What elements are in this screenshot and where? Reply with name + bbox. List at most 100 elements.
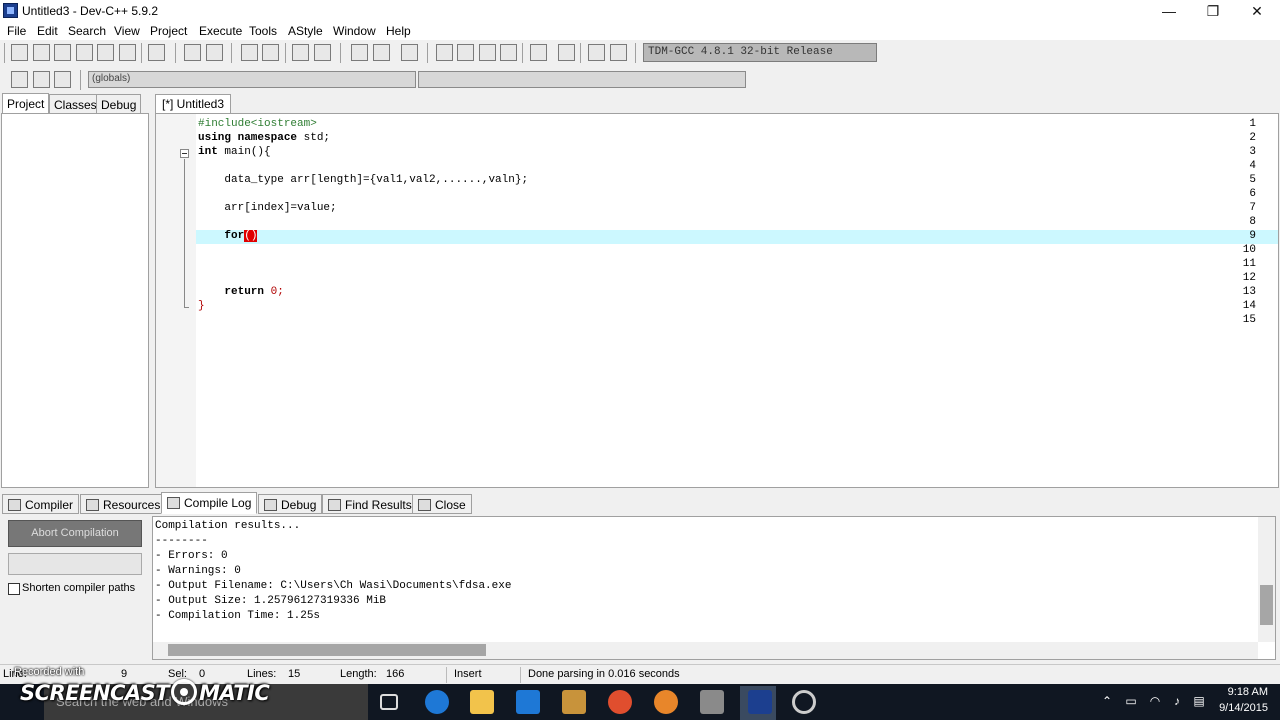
run-icon[interactable]: [457, 44, 474, 61]
shorten-paths-checkbox[interactable]: [8, 583, 20, 595]
screencast-recorder-icon[interactable]: [792, 690, 816, 714]
class-browser-icon[interactable]: [54, 71, 71, 88]
clock-date[interactable]: 9/14/2015: [1210, 702, 1268, 714]
tab-label: Close: [435, 498, 466, 512]
code-editor[interactable]: 1 2 3 4 5 6 7 8 9 10 11 12 13 14 15 #inc…: [155, 113, 1279, 488]
window-title: Untitled3 - Dev-C++ 5.9.2: [22, 4, 159, 18]
tab-classes[interactable]: Classes: [49, 94, 102, 114]
tab-project[interactable]: Project: [2, 93, 50, 114]
check-syntax-icon[interactable]: [530, 44, 547, 61]
menu-project[interactable]: Project: [150, 24, 187, 38]
abort-compilation-button[interactable]: Abort Compilation: [8, 520, 142, 547]
tab-resources[interactable]: Resources: [80, 494, 167, 514]
battery-icon[interactable]: ▭: [1124, 694, 1138, 708]
save-all-icon[interactable]: [76, 44, 93, 61]
replace-icon[interactable]: [262, 44, 279, 61]
title-bar: Untitled3 - Dev-C++ 5.9.2 — ❐ ✕: [0, 0, 1280, 22]
fold-collapse-icon[interactable]: [180, 149, 189, 158]
toolbar-separator: [231, 43, 232, 63]
store-icon[interactable]: [516, 690, 540, 714]
keyword: return: [198, 286, 265, 298]
members-select[interactable]: [418, 71, 746, 88]
find-icon[interactable]: [241, 44, 258, 61]
compiler-select[interactable]: TDM-GCC 4.8.1 32-bit Release: [643, 43, 877, 62]
indent-right-icon[interactable]: [373, 44, 390, 61]
close-file-icon[interactable]: [97, 44, 114, 61]
status-message: Done parsing in 0.016 seconds: [528, 668, 680, 680]
tab-label: Compile Log: [184, 496, 252, 510]
edge-browser-icon[interactable]: [425, 690, 449, 714]
menu-edit[interactable]: Edit: [37, 24, 58, 38]
tab-close[interactable]: Close: [412, 494, 472, 514]
status-lines-value: 15: [288, 668, 301, 680]
compile-progress-bar: [8, 553, 142, 575]
print-icon[interactable]: [148, 44, 165, 61]
active-line-highlight: [196, 230, 1278, 244]
toggle-bookmark-icon[interactable]: [314, 44, 331, 61]
compile-run-icon[interactable]: [479, 44, 496, 61]
new-project-icon[interactable]: [11, 71, 28, 88]
menu-file[interactable]: File: [7, 24, 26, 38]
indent-left-icon[interactable]: [351, 44, 368, 61]
toolbar-separator: [80, 70, 81, 90]
delete-profile-icon[interactable]: [610, 44, 627, 61]
chrome-icon[interactable]: [608, 690, 632, 714]
volume-icon[interactable]: ♪: [1170, 694, 1184, 708]
line-number: 10: [1242, 244, 1256, 256]
toolbar-grip: [4, 43, 5, 63]
task-view-icon[interactable]: [380, 694, 398, 710]
log-vertical-scroll-thumb[interactable]: [1260, 585, 1273, 625]
app-icon[interactable]: [700, 690, 724, 714]
screencast-o-matic-logo: SCREENCAST MATIC: [20, 679, 270, 705]
notifications-icon[interactable]: ▤: [1192, 694, 1206, 708]
log-horizontal-scroll-thumb[interactable]: [168, 644, 486, 656]
menu-search[interactable]: Search: [68, 24, 106, 38]
code-line-5: data_type arr[length]={val1,val2,......,…: [198, 174, 529, 186]
minimize-button[interactable]: —: [1146, 0, 1192, 22]
redo-icon[interactable]: [206, 44, 223, 61]
media-player-icon[interactable]: [562, 690, 586, 714]
close-window-button[interactable]: ✕: [1234, 0, 1280, 22]
close-all-icon[interactable]: [119, 44, 136, 61]
clock-time[interactable]: 9:18 AM: [1216, 686, 1268, 698]
stop-execution-icon[interactable]: [558, 44, 575, 61]
menu-astyle[interactable]: AStyle: [288, 24, 323, 38]
file-explorer-icon[interactable]: [470, 690, 494, 714]
tab-debug-bottom[interactable]: Debug: [258, 494, 323, 514]
project-tree-panel[interactable]: [1, 113, 149, 488]
line-number: 3: [1249, 146, 1256, 158]
line-number: 6: [1249, 188, 1256, 200]
rebuild-all-icon[interactable]: [500, 44, 517, 61]
menu-help[interactable]: Help: [386, 24, 411, 38]
menu-window[interactable]: Window: [333, 24, 376, 38]
editor-tab-untitled3[interactable]: [*] Untitled3: [155, 94, 232, 114]
tab-compiler[interactable]: Compiler: [2, 494, 80, 514]
left-panel-tabs: Project Classes Debug: [0, 93, 150, 114]
open-file-icon[interactable]: [33, 44, 50, 61]
tab-label: Resources: [103, 498, 161, 512]
compile-log-output[interactable]: Compilation results... -------- - Errors…: [152, 516, 1276, 660]
tray-chevron-up-icon[interactable]: ⌃: [1100, 694, 1114, 708]
menu-tools[interactable]: Tools: [249, 24, 277, 38]
undo-icon[interactable]: [184, 44, 201, 61]
menu-execute[interactable]: Execute: [199, 24, 242, 38]
globals-select[interactable]: (globals): [88, 71, 416, 88]
maximize-button[interactable]: ❐: [1190, 0, 1236, 22]
compile-icon[interactable]: [436, 44, 453, 61]
comment-icon[interactable]: [401, 44, 418, 61]
tab-compile-log[interactable]: Compile Log: [161, 492, 258, 514]
new-file-icon[interactable]: [11, 44, 28, 61]
logo-text: SCREENCAST: [20, 681, 170, 705]
tab-find-results[interactable]: Find Results: [322, 494, 418, 514]
insert-icon[interactable]: [33, 71, 50, 88]
tab-debug[interactable]: Debug: [96, 94, 142, 114]
save-icon[interactable]: [54, 44, 71, 61]
profile-chart-icon[interactable]: [588, 44, 605, 61]
goto-line-icon[interactable]: [292, 44, 309, 61]
compiler-grid-icon: [8, 499, 21, 511]
menu-view[interactable]: View: [114, 24, 140, 38]
matched-bracket: ): [250, 230, 258, 242]
firefox-icon[interactable]: [654, 690, 678, 714]
wifi-icon[interactable]: ◠: [1148, 694, 1162, 708]
recorded-with-label: Recorded with: [14, 666, 85, 678]
